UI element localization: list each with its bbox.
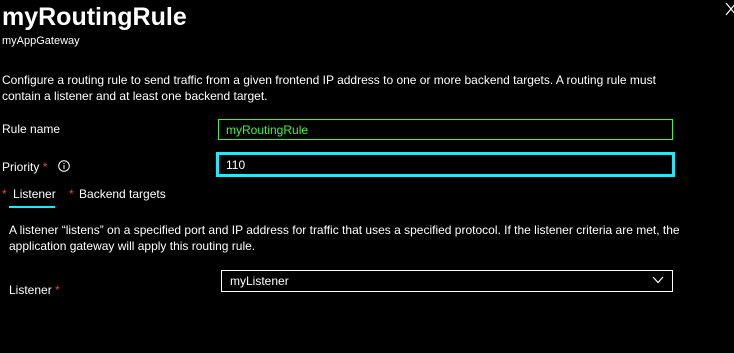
listener-description: A listener “listens” on a specified port… (9, 223, 680, 253)
info-icon[interactable] (58, 160, 70, 172)
required-marker: * (42, 160, 48, 174)
rule-name-label: Rule name (2, 122, 61, 136)
listener-select[interactable]: myListener (221, 270, 673, 292)
rule-description: Configure a routing rule to send traffic… (2, 73, 656, 103)
chevron-down-icon (652, 276, 664, 284)
required-marker: * (2, 187, 7, 201)
tab-listener-selected-indicator (9, 206, 55, 208)
priority-label: Priority * (2, 159, 47, 175)
tab-listener[interactable]: * Listener (2, 186, 56, 202)
page-subtitle: myAppGateway (2, 35, 80, 47)
priority-label-text: Priority (2, 160, 40, 174)
priority-field[interactable] (216, 152, 675, 177)
listener-label: Listener * (9, 282, 60, 298)
tab-listener-label: Listener (13, 187, 56, 201)
listener-select-value: myListener (230, 274, 289, 288)
tab-backend-targets[interactable]: * Backend targets (69, 186, 166, 202)
rule-name-field[interactable] (218, 119, 673, 140)
required-marker: * (55, 283, 60, 297)
page-title: myRoutingRule (2, 3, 187, 31)
tab-backend-targets-label: Backend targets (79, 187, 166, 201)
close-icon[interactable] (725, 2, 734, 16)
required-marker: * (69, 187, 74, 201)
listener-label-text: Listener (9, 283, 52, 297)
